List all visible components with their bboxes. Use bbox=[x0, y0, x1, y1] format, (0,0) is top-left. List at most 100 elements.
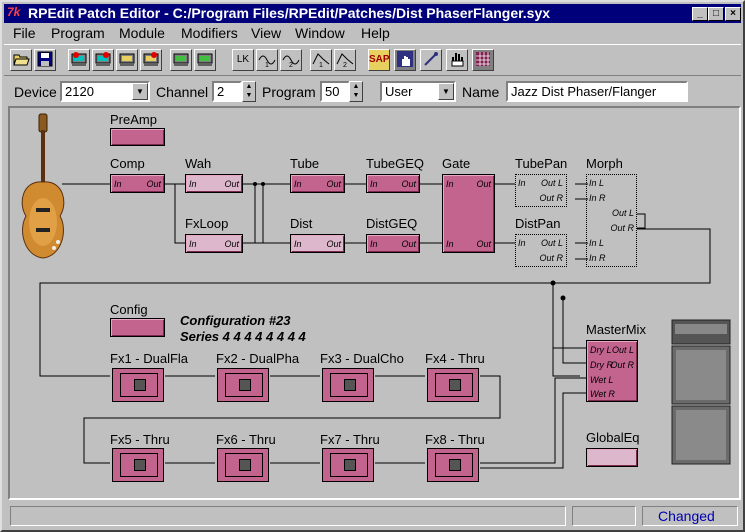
fx2-block[interactable] bbox=[217, 368, 269, 402]
send-bank-icon[interactable] bbox=[140, 49, 162, 71]
close-button[interactable]: × bbox=[725, 7, 741, 21]
module-label-tubepan: TubePan bbox=[515, 156, 568, 171]
hand-grid-icon[interactable] bbox=[394, 49, 416, 71]
preamp-block[interactable] bbox=[110, 128, 165, 146]
device-select[interactable]: 2120 ▼ bbox=[60, 81, 150, 102]
menu-help[interactable]: Help bbox=[361, 25, 390, 41]
channel-spinner-icon[interactable]: ▲ ▼ bbox=[242, 81, 256, 102]
menu-file[interactable]: File bbox=[13, 25, 36, 41]
fx1-block[interactable] bbox=[112, 368, 164, 402]
module-label-tube: Tube bbox=[290, 156, 320, 171]
receive-bank-icon[interactable] bbox=[116, 49, 138, 71]
port-out-l: Out L bbox=[540, 238, 563, 248]
minimize-button[interactable]: _ bbox=[692, 7, 708, 21]
menu-program[interactable]: Program bbox=[51, 25, 105, 41]
port-out: Out bbox=[146, 179, 161, 189]
status-panel-mid bbox=[572, 506, 636, 526]
port-in: In bbox=[370, 179, 378, 189]
port-in: In bbox=[294, 179, 302, 189]
fx6-label: Fx6 - Thru bbox=[216, 432, 276, 447]
svg-text:2: 2 bbox=[289, 62, 293, 68]
globaleq-block[interactable] bbox=[586, 448, 638, 467]
fx4-block[interactable] bbox=[427, 368, 479, 402]
envelope1-icon[interactable]: 1 bbox=[310, 49, 332, 71]
channel-label: Channel bbox=[156, 84, 209, 100]
app-icon: 7k bbox=[7, 5, 21, 19]
menu-window[interactable]: Window bbox=[295, 25, 345, 41]
port-out-l: Out L bbox=[611, 345, 634, 355]
receive-patch-icon[interactable] bbox=[68, 49, 90, 71]
patch-name-field[interactable]: Jazz Dist Phaser/Flanger bbox=[506, 81, 688, 102]
port-out: Out bbox=[326, 179, 341, 189]
module-label-mastermix: MasterMix bbox=[586, 322, 646, 337]
morph-block[interactable]: In L In R Out L Out R In L In R bbox=[586, 174, 637, 267]
module-label-distgeq: DistGEQ bbox=[366, 216, 418, 231]
chevron-down-icon[interactable]: ▼ bbox=[438, 83, 454, 100]
maximize-button[interactable]: □ bbox=[708, 7, 724, 21]
port-out: Out bbox=[224, 179, 239, 189]
module-label-config: Config bbox=[110, 302, 148, 317]
grid-icon[interactable] bbox=[472, 49, 494, 71]
cable-icon[interactable] bbox=[420, 49, 442, 71]
bank-select[interactable]: User ▼ bbox=[380, 81, 456, 102]
port-in: In bbox=[370, 239, 378, 249]
fx7-label: Fx7 - Thru bbox=[320, 432, 380, 447]
lfo2-icon[interactable]: 2 bbox=[280, 49, 302, 71]
program-label: Program bbox=[262, 84, 316, 100]
fx3-block[interactable] bbox=[322, 368, 374, 402]
menu-module[interactable]: Module bbox=[119, 25, 165, 41]
menu-modifiers[interactable]: Modifiers bbox=[181, 25, 238, 41]
chevron-down-icon[interactable]: ▼ bbox=[132, 83, 148, 100]
fx5-label: Fx5 - Thru bbox=[110, 432, 170, 447]
wah-block[interactable]: In Out bbox=[185, 174, 243, 193]
comp-block[interactable]: In Out bbox=[110, 174, 165, 193]
receive-all-icon[interactable] bbox=[170, 49, 192, 71]
distpan-block[interactable]: In Out L Out R bbox=[515, 234, 567, 267]
port-in: In bbox=[446, 179, 454, 189]
tubepan-block[interactable]: In Out L Out R bbox=[515, 174, 567, 207]
fx6-block[interactable] bbox=[217, 448, 269, 482]
fxloop-block[interactable]: In Out bbox=[185, 234, 243, 253]
toolbar: LK 1 2 1 2 SAP bbox=[4, 44, 741, 76]
open-icon[interactable] bbox=[10, 49, 32, 71]
menu-bar: File Program Module Modifiers View Windo… bbox=[4, 24, 741, 43]
fx8-block[interactable] bbox=[427, 448, 479, 482]
sap-icon[interactable]: SAP bbox=[368, 49, 390, 71]
svg-text:1: 1 bbox=[265, 62, 269, 68]
port-in: In bbox=[518, 178, 526, 188]
tubegeq-block[interactable]: In Out bbox=[366, 174, 420, 193]
fx8-label: Fx8 - Thru bbox=[425, 432, 485, 447]
port-in: In bbox=[518, 238, 526, 248]
distgeq-block[interactable]: In Out bbox=[366, 234, 420, 253]
status-bar: Changed bbox=[4, 504, 741, 530]
channel-field[interactable]: 2 bbox=[212, 81, 242, 102]
config-block[interactable] bbox=[110, 318, 165, 337]
port-out: Out bbox=[401, 239, 416, 249]
module-label-fxloop: FxLoop bbox=[185, 216, 229, 231]
lfo1-icon[interactable]: 1 bbox=[256, 49, 278, 71]
program-spinner-icon[interactable]: ▲ ▼ bbox=[349, 81, 363, 102]
port-in-r: In R bbox=[589, 193, 606, 203]
fx7-block[interactable] bbox=[322, 448, 374, 482]
changed-status: Changed bbox=[658, 508, 715, 524]
envelope2-icon[interactable]: 2 bbox=[334, 49, 356, 71]
hand-icon[interactable] bbox=[446, 49, 468, 71]
fx3-label: Fx3 - DualCho bbox=[320, 351, 404, 366]
menu-view[interactable]: View bbox=[251, 25, 281, 41]
module-label-preamp: PreAmp bbox=[110, 112, 157, 127]
send-all-icon[interactable] bbox=[194, 49, 216, 71]
fx2-label: Fx2 - DualPha bbox=[216, 351, 300, 366]
save-icon[interactable] bbox=[34, 49, 56, 71]
title-bar[interactable]: 7k RPEdit Patch Editor - C:/Program File… bbox=[4, 4, 741, 23]
fx5-block[interactable] bbox=[112, 448, 164, 482]
svg-text:2: 2 bbox=[343, 62, 347, 68]
gate-block[interactable]: In Out In Out bbox=[442, 174, 495, 253]
lfo-k-icon[interactable]: LK bbox=[232, 49, 254, 71]
program-field[interactable]: 50 bbox=[320, 81, 350, 102]
tube-block[interactable]: In Out bbox=[290, 174, 345, 193]
bank-value: User bbox=[385, 84, 413, 99]
send-patch-icon[interactable] bbox=[92, 49, 114, 71]
mastermix-block[interactable]: Dry L Out L Dry R Out R Wet L Wet R bbox=[586, 340, 638, 402]
dist-block[interactable]: In Out bbox=[290, 234, 345, 253]
port-out-r: Out R bbox=[539, 193, 563, 203]
